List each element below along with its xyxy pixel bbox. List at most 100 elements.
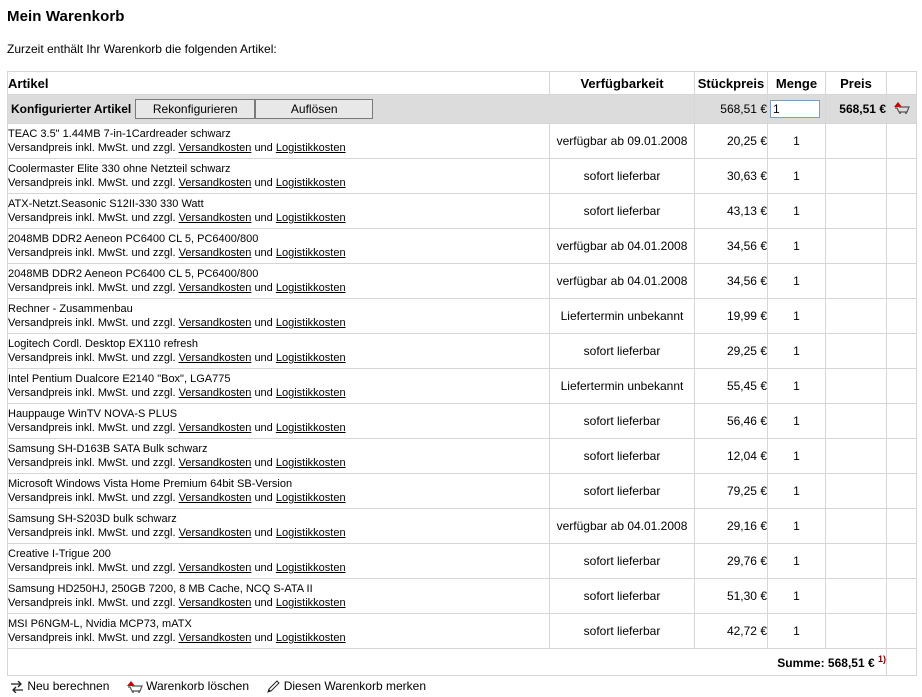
table-row: Samsung HD250HJ, 250GB 7200, 8 MB Cache,…: [7, 578, 917, 614]
item-action-empty: [886, 298, 917, 334]
table-row: Rechner - Zusammenbau Versandpreis inkl. …: [7, 298, 917, 334]
logistics-costs-link[interactable]: Logistikkosten: [276, 632, 346, 644]
intro-text: Zurzeit enthält Ihr Warenkorb die folgen…: [7, 42, 277, 56]
shipping-costs-link[interactable]: Versandkosten: [179, 142, 252, 154]
logistics-costs-link[interactable]: Logistikkosten: [276, 422, 346, 434]
logistics-costs-link[interactable]: Logistikkosten: [276, 527, 346, 539]
logistics-costs-link[interactable]: Logistikkosten: [276, 597, 346, 609]
item-name-cell: Samsung HD250HJ, 250GB 7200, 8 MB Cache,…: [7, 578, 550, 614]
sum-row: Summe: 568,51 € 1): [7, 648, 917, 676]
logistics-costs-link[interactable]: Logistikkosten: [276, 562, 346, 574]
item-availability: Liefertermin unbekannt: [549, 298, 695, 334]
shipping-costs-link[interactable]: Versandkosten: [179, 562, 252, 574]
item-price-empty: [825, 333, 887, 369]
logistics-costs-link[interactable]: Logistikkosten: [276, 457, 346, 469]
shipping-text: Versandpreis inkl. MwSt. und zzgl.: [8, 142, 176, 154]
shipping-costs-link[interactable]: Versandkosten: [179, 212, 252, 224]
shipping-text: Versandpreis inkl. MwSt. und zzgl.: [8, 422, 176, 434]
item-name-cell: Microsoft Windows Vista Home Premium 64b…: [7, 473, 550, 509]
item-unit-price: 29,76 €: [694, 543, 768, 579]
header-verfuegbarkeit: Verfügbarkeit: [549, 71, 695, 95]
shipping-text: Versandpreis inkl. MwSt. und zzgl.: [8, 212, 176, 224]
logistics-costs-link[interactable]: Logistikkosten: [276, 317, 346, 329]
item-price-empty: [825, 473, 887, 509]
dissolve-button[interactable]: Auflösen: [255, 99, 374, 119]
shipping-costs-link[interactable]: Versandkosten: [179, 177, 252, 189]
item-quantity: 1: [767, 578, 826, 614]
item-unit-price: 34,56 €: [694, 228, 768, 264]
shipping-text: Versandpreis inkl. MwSt. und zzgl.: [8, 317, 176, 329]
recalc-action[interactable]: Neu berechnen: [10, 679, 109, 694]
shipping-costs-link[interactable]: Versandkosten: [179, 457, 252, 469]
item-shipping-note: Versandpreis inkl. MwSt. und zzgl. Versa…: [8, 631, 549, 645]
delete-cart-action[interactable]: Warenkorb löschen: [126, 679, 249, 693]
item-name-cell: Samsung SH-D163B SATA Bulk schwarz Versan…: [7, 438, 550, 474]
item-shipping-note: Versandpreis inkl. MwSt. und zzgl. Versa…: [8, 246, 549, 260]
header-preis: Preis: [825, 71, 887, 95]
shipping-costs-link[interactable]: Versandkosten: [179, 422, 252, 434]
logistics-costs-link[interactable]: Logistikkosten: [276, 177, 346, 189]
logistics-costs-link[interactable]: Logistikkosten: [276, 492, 346, 504]
logistics-costs-link[interactable]: Logistikkosten: [276, 352, 346, 364]
item-availability: sofort lieferbar: [549, 543, 695, 579]
shipping-text: Versandpreis inkl. MwSt. und zzgl.: [8, 457, 176, 469]
logistics-costs-link[interactable]: Logistikkosten: [276, 142, 346, 154]
item-shipping-note: Versandpreis inkl. MwSt. und zzgl. Versa…: [8, 316, 549, 330]
shipping-costs-link[interactable]: Versandkosten: [179, 387, 252, 399]
item-availability: verfügbar ab 04.01.2008: [549, 228, 695, 264]
shipping-costs-link[interactable]: Versandkosten: [179, 282, 252, 294]
shipping-costs-link[interactable]: Versandkosten: [179, 317, 252, 329]
logistics-costs-link[interactable]: Logistikkosten: [276, 212, 346, 224]
quantity-input[interactable]: [770, 100, 820, 118]
table-row: Logitech Cordl. Desktop EX110 refresh Ver…: [7, 333, 917, 369]
shipping-costs-link[interactable]: Versandkosten: [179, 247, 252, 259]
item-quantity: 1: [767, 438, 826, 474]
item-unit-price: 20,25 €: [694, 123, 768, 159]
item-name-cell: Creative I-Trigue 200 Versandpreis inkl. …: [7, 543, 550, 579]
item-quantity: 1: [767, 123, 826, 159]
item-action-empty: [886, 578, 917, 614]
shipping-costs-link[interactable]: Versandkosten: [179, 527, 252, 539]
item-quantity: 1: [767, 298, 826, 334]
footnote-marker[interactable]: 1): [878, 654, 886, 664]
remove-cell: [886, 94, 917, 124]
shipping-costs-link[interactable]: Versandkosten: [179, 632, 252, 644]
item-unit-price: 56,46 €: [694, 403, 768, 439]
item-shipping-note: Versandpreis inkl. MwSt. und zzgl. Versa…: [8, 351, 549, 365]
config-qty-cell: [767, 94, 826, 124]
item-action-empty: [886, 613, 917, 649]
reconfigure-button[interactable]: Rekonfigurieren: [135, 99, 256, 119]
table-row: Intel Pentium Dualcore E2140 "Box", LGA7…: [7, 368, 917, 404]
item-unit-price: 42,72 €: [694, 613, 768, 649]
item-shipping-note: Versandpreis inkl. MwSt. und zzgl. Versa…: [8, 386, 549, 400]
logistics-costs-link[interactable]: Logistikkosten: [276, 247, 346, 259]
and-text: und: [254, 492, 273, 504]
item-availability: sofort lieferbar: [549, 403, 695, 439]
shipping-costs-link[interactable]: Versandkosten: [179, 492, 252, 504]
item-quantity: 1: [767, 193, 826, 229]
cart-remove-icon[interactable]: [893, 101, 910, 117]
item-quantity: 1: [767, 228, 826, 264]
page-title: Mein Warenkorb: [7, 8, 125, 25]
item-shipping-note: Versandpreis inkl. MwSt. und zzgl. Versa…: [8, 456, 549, 470]
shipping-costs-link[interactable]: Versandkosten: [179, 352, 252, 364]
remember-cart-action[interactable]: Diesen Warenkorb merken: [266, 679, 426, 694]
table-row: MSI P6NGM-L, Nvidia MCP73, mATX Versandpr…: [7, 613, 917, 649]
item-unit-price: 34,56 €: [694, 263, 768, 299]
item-shipping-note: Versandpreis inkl. MwSt. und zzgl. Versa…: [8, 141, 549, 155]
and-text: und: [254, 632, 273, 644]
table-row: Microsoft Windows Vista Home Premium 64b…: [7, 473, 917, 509]
header-row: Artikel Verfügbarkeit Stückpreis Menge P…: [7, 71, 917, 95]
item-unit-price: 55,45 €: [694, 368, 768, 404]
table-row: Samsung SH-D163B SATA Bulk schwarz Versan…: [7, 438, 917, 474]
item-price-empty: [825, 403, 887, 439]
item-name-cell: 2048MB DDR2 Aeneon PC6400 CL 5, PC6400/8…: [7, 228, 550, 264]
item-action-empty: [886, 438, 917, 474]
logistics-costs-link[interactable]: Logistikkosten: [276, 387, 346, 399]
item-price-empty: [825, 123, 887, 159]
item-price-empty: [825, 193, 887, 229]
and-text: und: [254, 282, 273, 294]
logistics-costs-link[interactable]: Logistikkosten: [276, 282, 346, 294]
item-name: 2048MB DDR2 Aeneon PC6400 CL 5, PC6400/8…: [8, 268, 259, 280]
shipping-costs-link[interactable]: Versandkosten: [179, 597, 252, 609]
